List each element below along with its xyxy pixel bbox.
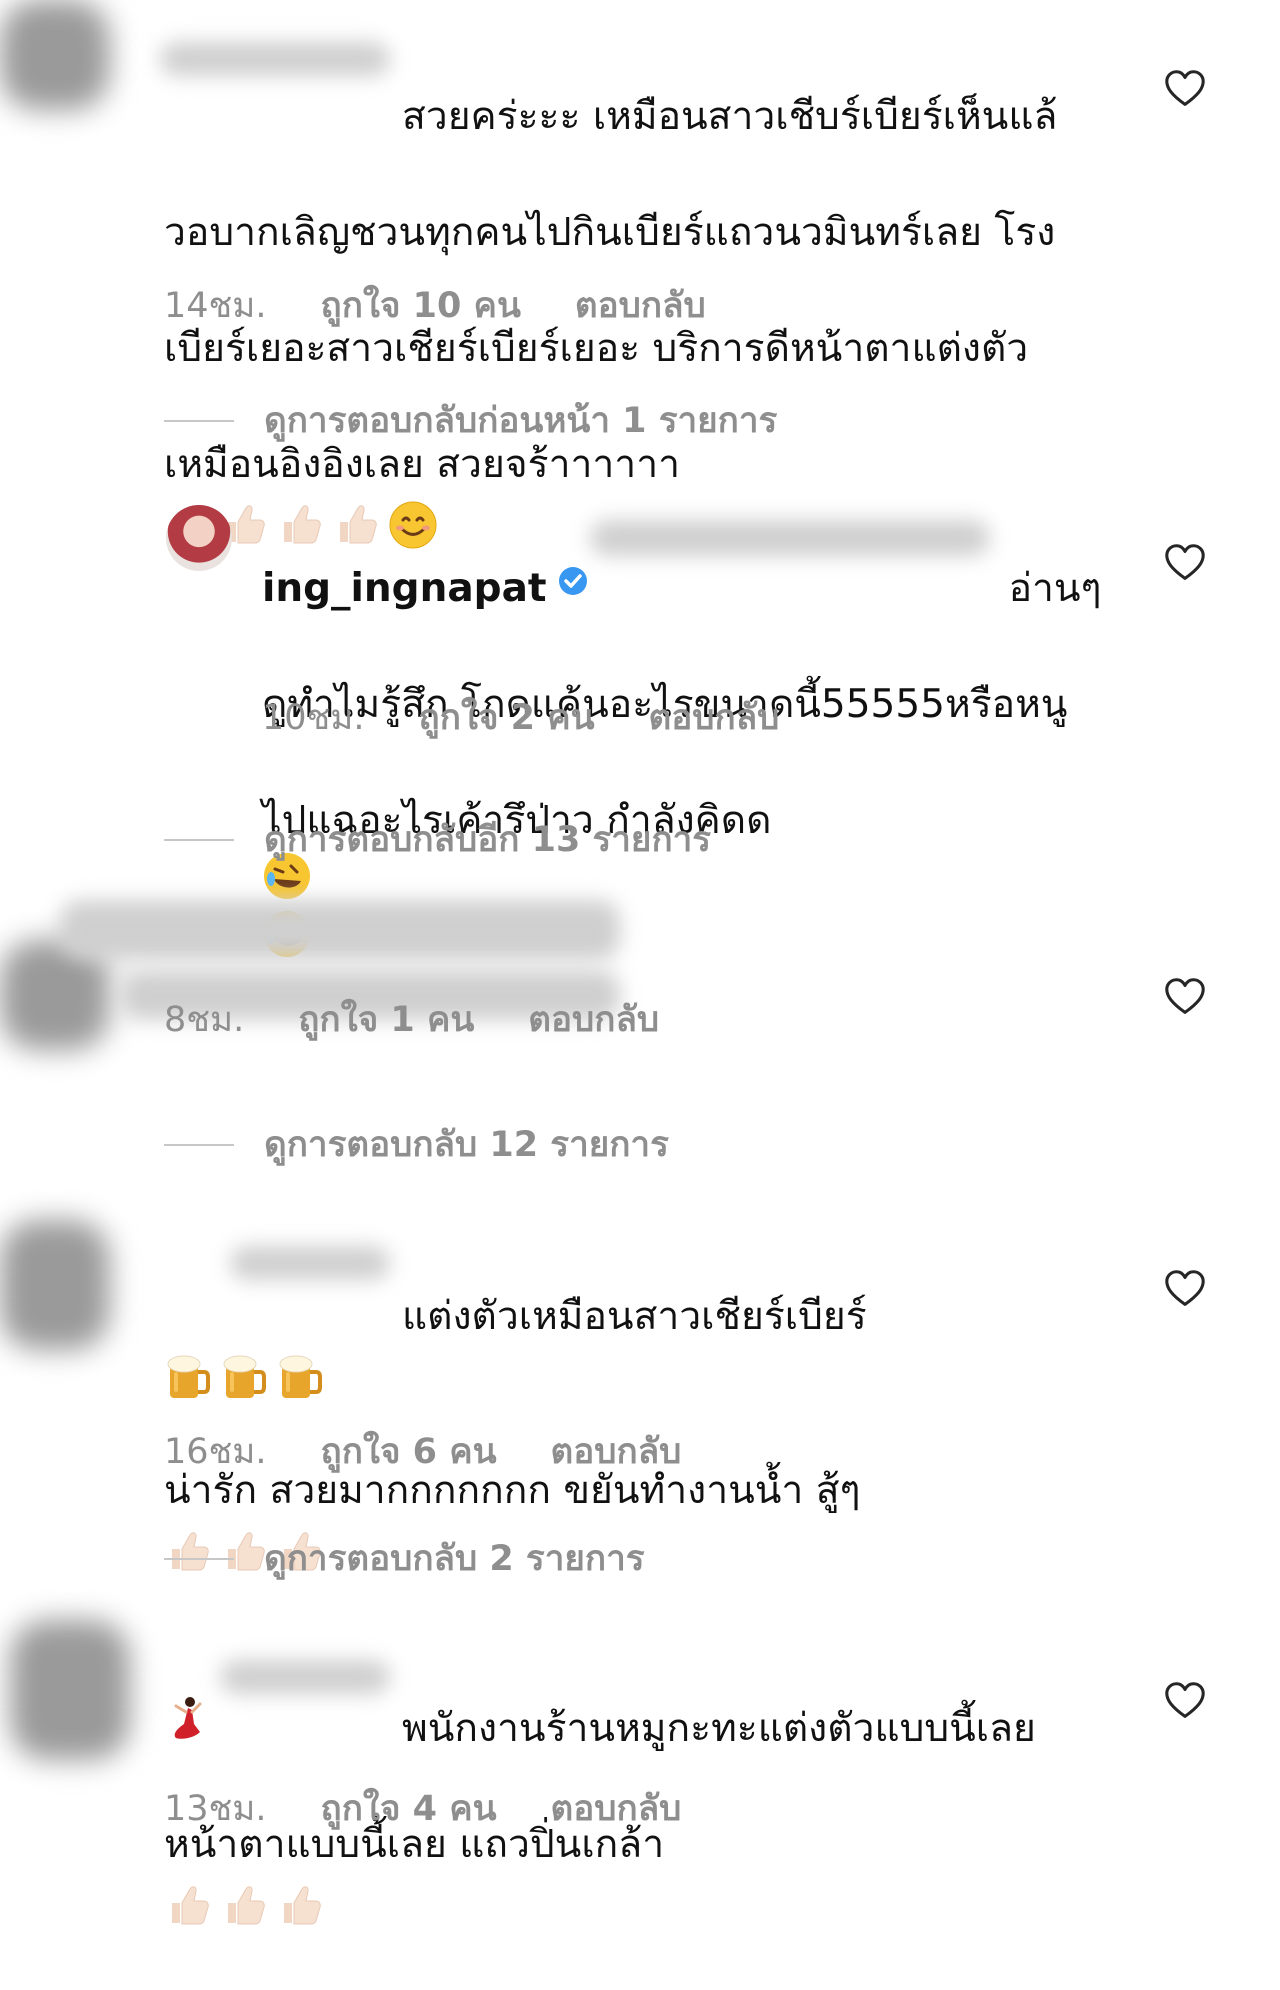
beer-mug-emoji-icon <box>276 1352 324 1402</box>
username[interactable]: ing_ingnapat <box>262 566 547 611</box>
reply-button[interactable]: ตอบกลับ <box>551 1424 682 1479</box>
heart-icon[interactable] <box>1162 540 1208 586</box>
thread-line <box>164 419 234 422</box>
like-count[interactable]: ถูกใจ 10 คน <box>321 278 521 333</box>
comment-meta: 8ชม. ถูกใจ 1 คน ตอบกลับ <box>164 992 659 1047</box>
view-replies-label[interactable]: ดูการตอบกลับอีก 13 รายการ <box>264 812 711 867</box>
heart-icon[interactable] <box>1162 1266 1208 1312</box>
blurred-avatar <box>0 0 110 110</box>
heart-icon[interactable] <box>1162 66 1208 112</box>
blurred-comment <box>60 900 620 960</box>
comment-4: แต่งตัวเหมือนสาวเชียร์เบียร์ น่ารัก สวยม… <box>0 1200 1280 1739</box>
view-replies-3[interactable]: ดูการตอบกลับ 12 รายการ <box>164 1117 669 1172</box>
heart-icon[interactable] <box>1162 1678 1208 1724</box>
comment-5: พนักงานร้านหมูกะทะแต่งตัวแบบนี้เลย หน้าต… <box>0 1600 1280 1877</box>
verified-badge-icon <box>558 567 587 595</box>
view-replies-label[interactable]: ดูการตอบกลับ 12 รายการ <box>264 1117 669 1172</box>
like-count[interactable]: ถูกใจ 4 คน <box>321 1781 497 1836</box>
comment-1: สวยคร่ะะะ เหมือนสาวเชีบร์เบียร์เห็นแล้ ว… <box>0 0 1280 330</box>
comment-line: สวยคร่ะะะ เหมือนสาวเชีบร์เบียร์เห็นแล้ <box>402 94 1058 139</box>
comment-meta: 14ชม. ถูกใจ 10 คน ตอบกลับ <box>164 278 706 333</box>
avatar[interactable] <box>166 505 232 571</box>
beer-mug-emoji-icon <box>220 1352 268 1402</box>
like-count[interactable]: ถูกใจ 2 คน <box>419 690 595 745</box>
view-replies-1[interactable]: ดูการตอบกลับก่อนหน้า 1 รายการ <box>164 393 777 448</box>
reply-button[interactable]: ตอบกลับ <box>649 690 780 745</box>
view-replies-label[interactable]: ดูการตอบกลับก่อนหน้า 1 รายการ <box>264 393 777 448</box>
view-replies-label[interactable]: ดูการตอบกลับ 2 รายการ <box>264 1531 645 1586</box>
comment-time: 16ชม. <box>164 1432 267 1472</box>
view-replies-2[interactable]: ดูการตอบกลับอีก 13 รายการ <box>164 812 711 867</box>
comment-line: พนักงานร้านหมูกะทะแต่งตัวแบบนี้เลย <box>402 1706 1036 1751</box>
beer-mug-emoji-icon <box>164 1352 212 1402</box>
reply-button[interactable]: ตอบกลับ <box>575 278 706 333</box>
reply-button[interactable]: ตอบกลับ <box>528 992 659 1047</box>
like-count[interactable]: ถูกใจ 1 คน <box>298 992 474 1047</box>
comment-time: 14ชม. <box>164 286 267 326</box>
thumbs-up-emoji-icon <box>276 1881 324 1929</box>
comment-meta: 13ชม. ถูกใจ 4 คน ตอบกลับ <box>164 1781 681 1836</box>
thread-line <box>164 1143 234 1146</box>
comment-3: 8ชม. ถูกใจ 1 คน ตอบกลับ <box>0 880 1280 1060</box>
thread-line <box>164 838 234 841</box>
emoji-group <box>164 1881 324 1929</box>
like-count[interactable]: ถูกใจ 6 คน <box>321 1424 497 1479</box>
comment-meta: 10ชม. ถูกใจ 2 คน ตอบกลับ <box>262 690 779 745</box>
comment-meta: 16ชม. ถูกใจ 6 คน ตอบกลับ <box>164 1424 681 1479</box>
thread-line <box>164 1557 234 1560</box>
reply-button[interactable]: ตอบกลับ <box>551 1781 682 1836</box>
comment-line: วอบากเลิญชวนทุกคนไปกินเบียร์แถวนวมินทร์เ… <box>164 210 1056 255</box>
comment-line: แต่งตัวเหมือนสาวเชียร์เบียร์ <box>402 1294 867 1339</box>
blurred-avatar <box>10 1620 130 1760</box>
comment-2: ing_ingnapat อ่านๆ ดูทำไมรู้สึก โกดแค้นอะ… <box>0 480 1280 780</box>
blurred-avatar <box>0 1220 110 1350</box>
view-replies-4[interactable]: ดูการตอบกลับ 2 รายการ <box>164 1531 645 1586</box>
thumbs-up-emoji-icon <box>164 1881 212 1929</box>
comment-line: อ่านๆ <box>1008 566 1102 611</box>
heart-icon[interactable] <box>1162 974 1208 1020</box>
emoji-group <box>164 1352 324 1402</box>
comment-time: 13ชม. <box>164 1789 267 1829</box>
comment-time: 10ชม. <box>262 698 365 738</box>
thumbs-up-emoji-icon <box>220 1881 268 1929</box>
comment-time: 8ชม. <box>164 1000 245 1040</box>
